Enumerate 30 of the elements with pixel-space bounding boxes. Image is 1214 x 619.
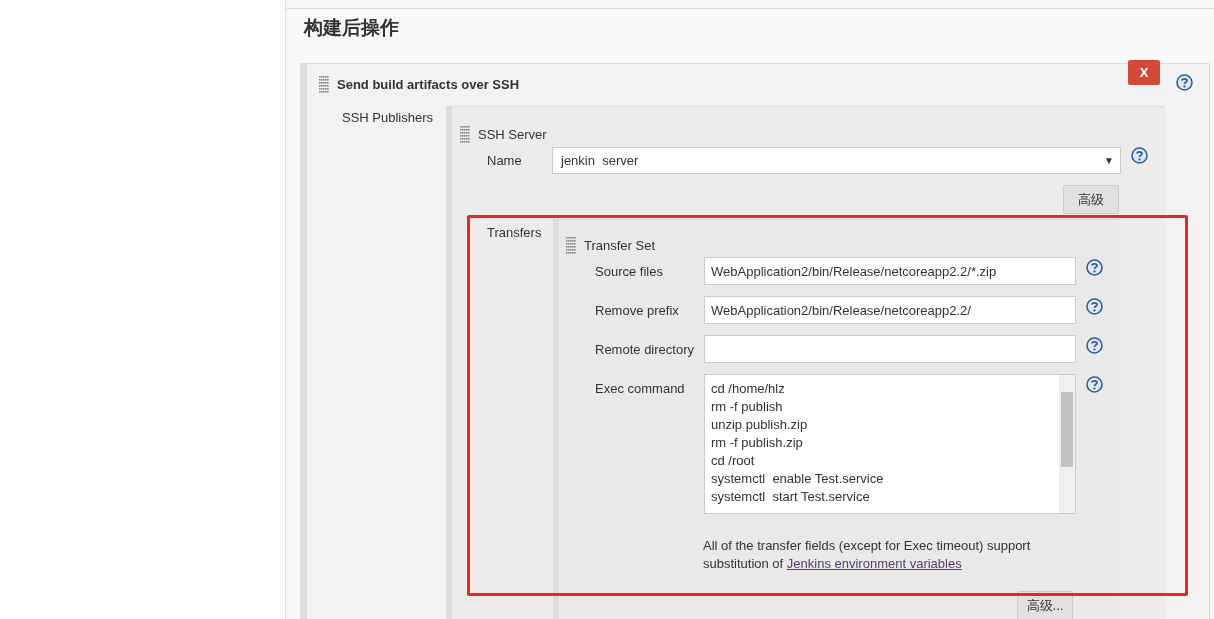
field-label: Remote directory [595,341,695,357]
server-dropdown[interactable]: jenkin server ▼ [552,147,1121,174]
drag-handle-icon[interactable] [566,236,576,254]
input-field[interactable]: WebApplication2/bin/Release/netcoreapp2.2/ [704,296,1076,324]
help-icon[interactable] [1086,298,1103,315]
delete-button[interactable]: X [1128,60,1160,85]
help-icon[interactable] [1176,74,1193,91]
scrollbar[interactable] [1059,375,1075,513]
drag-handle-icon[interactable] [460,126,470,143]
exec-command-field[interactable]: cd /home/hlz rm -f publish unzip publish.zip rm -f publish.zip cd /root systemctl enable Test.service systemctl start Test.service [704,374,1076,514]
field-label: Remove prefix [595,302,680,318]
panel-title: Transfer Set [584,237,656,253]
help-note: All of the transfer fields (except for Exec timeout) support substitution of Jenkins environment variables [702,537,1032,573]
input-field[interactable] [704,335,1076,363]
help-icon[interactable] [1131,147,1148,164]
advanced-button[interactable]: 高级 [1063,185,1119,214]
help-icon[interactable] [1086,376,1103,393]
panel-title: SSH Server [478,127,547,142]
section-heading: 构建后操作 [304,17,399,40]
drag-handle-icon[interactable] [319,76,329,93]
step-title: Send build artifacts over SSH [337,77,520,92]
field-label: Source files [595,263,664,279]
env-variables-link[interactable]: Jenkins environment variables [786,556,962,571]
field-label: Transfers [487,225,542,240]
field-label: Name [487,153,523,168]
help-icon[interactable] [1086,337,1103,354]
help-icon[interactable] [1086,259,1103,276]
field-label: SSH Publishers [342,110,434,125]
field-label: Exec command [595,380,686,396]
input-field[interactable]: WebApplication2/bin/Release/netcoreapp2.2/*.zip [704,257,1076,285]
